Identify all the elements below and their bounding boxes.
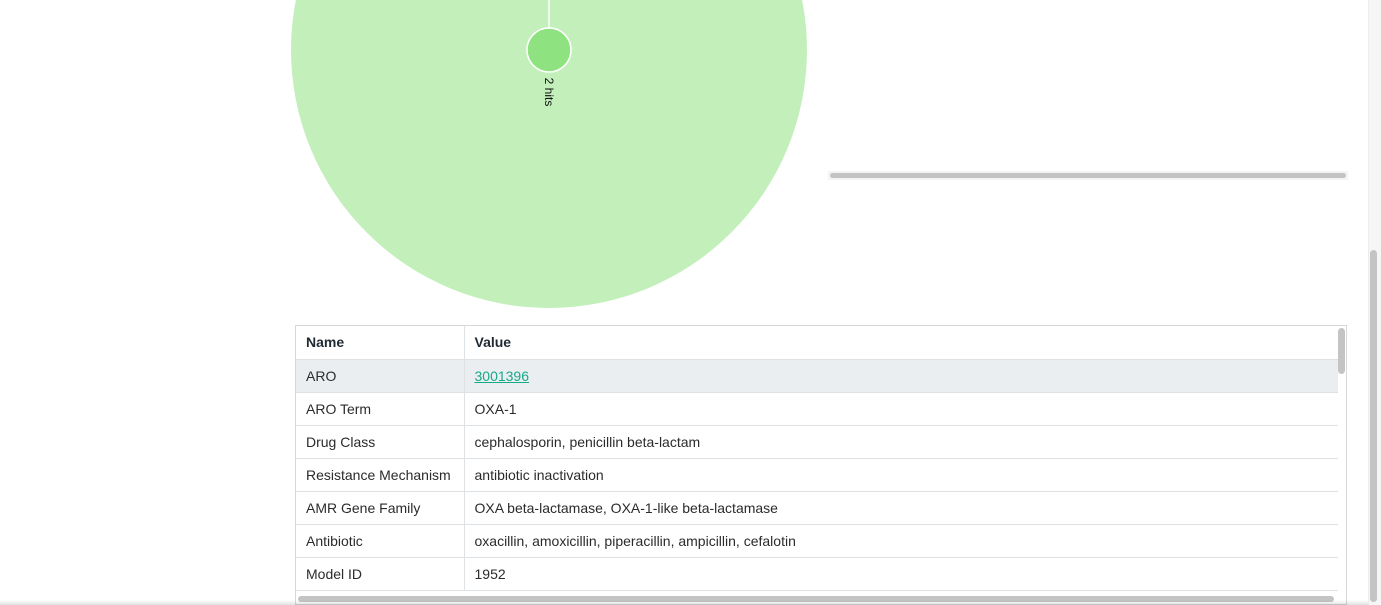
hits-count-label: 2 hits xyxy=(542,77,556,107)
row-value: cephalosporin, penicillin beta-lactam xyxy=(464,425,1338,459)
table-vertical-scrollbar-thumb[interactable] xyxy=(1338,328,1345,374)
row-value: 1952 xyxy=(464,557,1338,591)
row-value: OXA-1 xyxy=(464,392,1338,426)
gene-info-table: Name Value ARO 3001396 ARO Term OXA-1 Dr… xyxy=(296,326,1338,591)
panel-horizontal-scrollbar[interactable] xyxy=(828,171,1348,180)
bottom-edge-shadow xyxy=(0,600,1368,605)
row-value: 3001396 xyxy=(464,359,1338,393)
row-name: Model ID xyxy=(296,557,465,591)
table-row-model-id: Model ID 1952 xyxy=(296,557,1338,591)
value-column-header: Value xyxy=(464,326,1338,360)
panel-scrollbar-thumb[interactable] xyxy=(830,173,1346,178)
row-name: ARO xyxy=(296,359,465,393)
table-row-drug-class: Drug Class cephalosporin, penicillin bet… xyxy=(296,425,1338,459)
row-name: AMR Gene Family xyxy=(296,491,465,525)
table-row-aro-term: ARO Term OXA-1 xyxy=(296,392,1338,426)
row-value: antibiotic inactivation xyxy=(464,458,1338,492)
table-row-antibiotic: Antibiotic oxacillin, amoxicillin, piper… xyxy=(296,524,1338,558)
row-name: ARO Term xyxy=(296,392,465,426)
table-row-resistance-mechanism: Resistance Mechanism antibiotic inactiva… xyxy=(296,458,1338,492)
row-name: Drug Class xyxy=(296,425,465,459)
table-row-amr-gene-family: AMR Gene Family OXA beta-lactamase, OXA-… xyxy=(296,491,1338,525)
gene-info-table-container: Name Value ARO 3001396 ARO Term OXA-1 Dr… xyxy=(295,325,1347,605)
table-header-row: Name Value xyxy=(296,326,1338,360)
aro-accession-link[interactable]: 3001396 xyxy=(475,368,530,384)
page-viewport: 2 hits Name Value ARO 3001396 ARO Term O… xyxy=(0,0,1381,605)
page-scrollbar-thumb[interactable] xyxy=(1370,250,1377,602)
sunburst-hit-node[interactable] xyxy=(526,27,572,73)
row-name: Resistance Mechanism xyxy=(296,458,465,492)
row-name: Antibiotic xyxy=(296,524,465,558)
row-value: OXA beta-lactamase, OXA-1-like beta-lact… xyxy=(464,491,1338,525)
row-value: oxacillin, amoxicillin, piperacillin, am… xyxy=(464,524,1338,558)
name-column-header: Name xyxy=(296,326,465,360)
table-row-aro: ARO 3001396 xyxy=(296,359,1338,393)
